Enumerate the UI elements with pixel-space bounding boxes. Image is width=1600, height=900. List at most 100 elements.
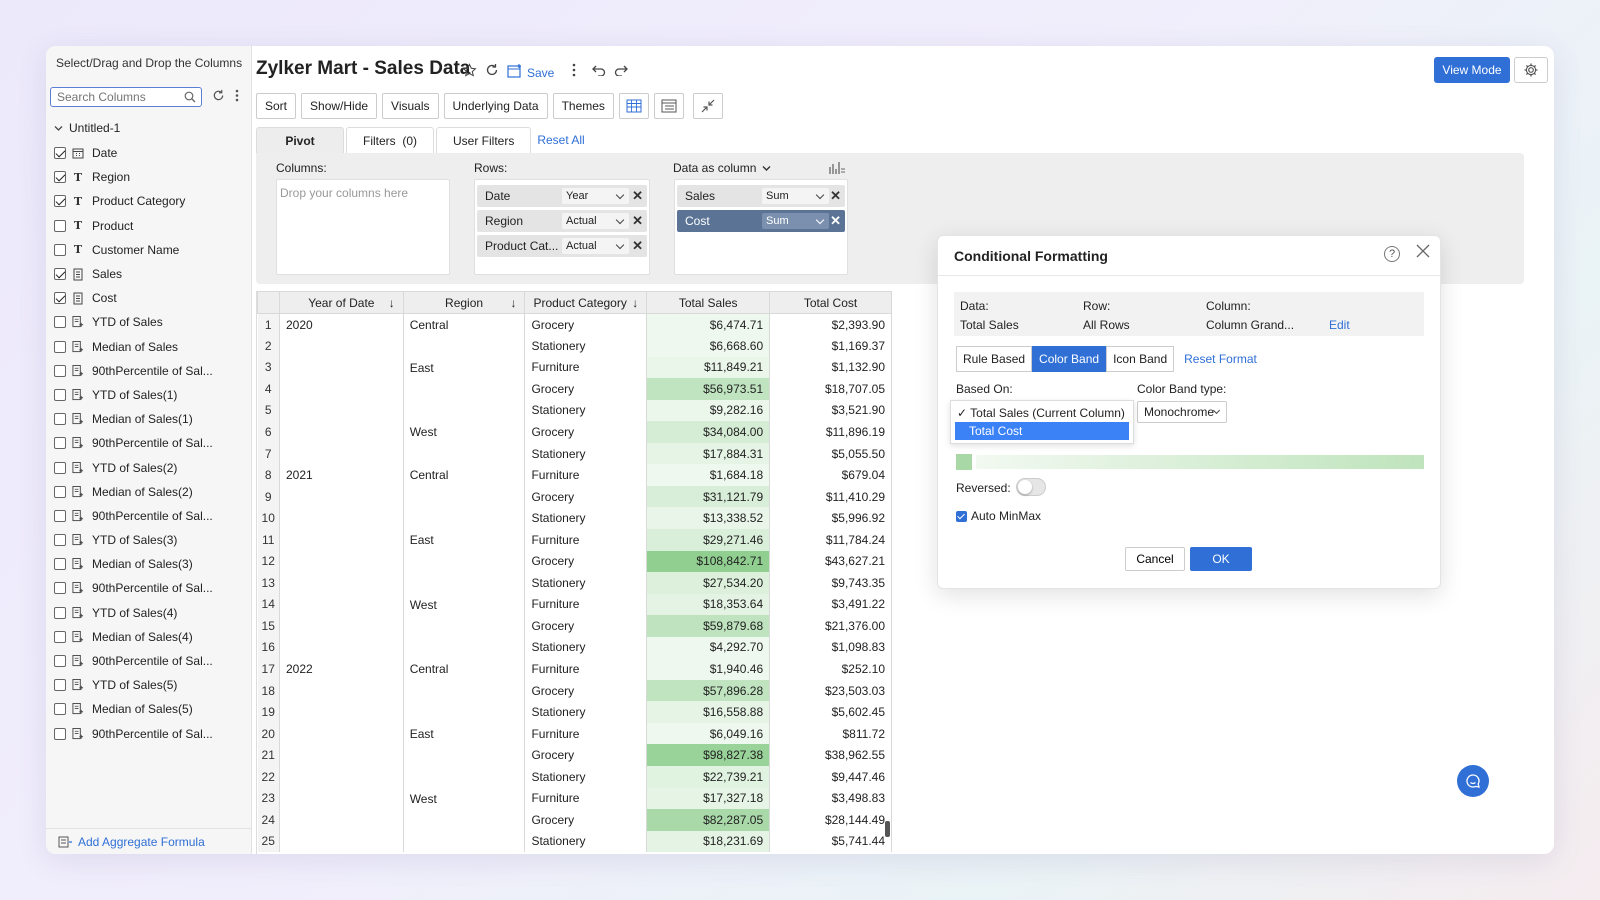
column-item[interactable]: 90thPercentile of Sal... [54,431,250,455]
checkbox-checked-icon[interactable] [956,510,967,522]
column-checkbox[interactable] [54,195,66,208]
column-item[interactable]: Median of Sales(2) [54,480,250,504]
remove-icon[interactable]: ✕ [632,213,643,229]
category-cell[interactable]: Stationery [524,442,648,465]
total-cost-cell[interactable]: $5,055.50 [769,442,892,465]
column-item[interactable]: T Product Category [54,189,250,213]
option-total-cost[interactable]: Total Cost [955,422,1129,440]
total-cost-cell[interactable]: $5,741.44 [769,830,892,853]
header-product-category[interactable]: Product Category ↓ [524,291,648,314]
category-cell[interactable]: Stationery [524,830,648,853]
kebab-menu-icon[interactable] [572,63,576,77]
column-item[interactable]: Median of Sales(4) [54,625,250,649]
total-cost-cell[interactable]: $3,491.22 [769,593,892,616]
column-checkbox[interactable] [54,292,66,305]
column-checkbox[interactable] [54,316,66,329]
total-sales-cell[interactable]: $56,973.51 [646,378,771,400]
sort-button[interactable]: Sort [256,93,297,119]
category-cell[interactable]: Stationery [524,765,648,788]
column-checkbox[interactable] [54,243,66,256]
total-sales-cell[interactable]: $13,338.52 [646,507,771,529]
close-icon[interactable] [1416,244,1430,258]
total-cost-cell[interactable]: $21,376.00 [769,615,892,637]
field-chip[interactable]: Sales Sum ✕ [677,185,845,207]
region-cell[interactable]: Central [403,658,526,723]
category-cell[interactable]: Stationery [524,636,648,659]
total-cost-cell[interactable]: $811.72 [769,722,892,745]
field-chip[interactable]: Date Year ✕ [477,185,647,207]
tab-user-filters[interactable]: User Filters [436,127,532,153]
category-cell[interactable]: Grocery [524,485,648,508]
tab-filters[interactable]: Filters (0) [346,127,434,153]
search-columns-field[interactable] [50,87,202,107]
column-item[interactable]: 90thPercentile of Sal... [54,649,250,673]
column-item[interactable]: 90thPercentile of Sal... [54,576,250,600]
total-sales-cell[interactable]: $17,884.31 [646,442,771,465]
field-chip[interactable]: Cost Sum ✕ [677,210,845,232]
column-item[interactable]: Median of Sales(1) [54,407,250,431]
total-sales-cell[interactable]: $108,842.71 [646,550,771,573]
total-sales-cell[interactable]: $1,940.46 [646,658,771,680]
category-cell[interactable]: Stationery [524,335,648,357]
header-total-cost[interactable]: Total Cost [769,291,892,314]
category-cell[interactable]: Grocery [524,550,648,573]
chart-settings-icon[interactable] [828,161,846,175]
total-sales-cell[interactable]: $17,327.18 [646,787,771,810]
refresh-icon[interactable] [212,89,225,102]
column-checkbox[interactable] [54,679,66,692]
total-sales-cell[interactable]: $22,739.21 [646,765,771,788]
total-cost-cell[interactable]: $11,784.24 [769,528,892,551]
show-hide-button[interactable]: Show/Hide [301,93,378,119]
total-cost-cell[interactable]: $11,410.29 [769,485,892,508]
column-item[interactable]: YTD of Sales(3) [54,528,250,552]
collapse-button[interactable] [692,93,723,119]
column-item[interactable]: Median of Sales(5) [54,697,250,721]
field-chip[interactable]: Product Cat... Actual ✕ [477,235,647,257]
total-cost-cell[interactable]: $9,743.35 [769,572,892,594]
region-cell[interactable]: East [403,528,526,594]
aggregation-select[interactable]: Year [562,188,629,204]
column-checkbox[interactable] [54,485,66,498]
tab-color-band[interactable]: Color Band [1032,346,1107,372]
column-checkbox[interactable] [54,171,66,184]
total-cost-cell[interactable]: $23,503.03 [769,679,892,702]
ok-button[interactable]: OK [1190,547,1252,571]
total-sales-cell[interactable]: $9,282.16 [646,399,771,422]
total-sales-cell[interactable]: $6,049.16 [646,722,771,745]
category-cell[interactable]: Grocery [524,679,648,702]
settings-button[interactable] [1514,57,1548,83]
column-item[interactable]: Median of Sales [54,335,250,359]
add-aggregate-formula-link[interactable]: Add Aggregate Formula [46,828,252,854]
total-cost-cell[interactable]: $679.04 [769,464,892,486]
total-cost-cell[interactable]: $11,896.19 [769,421,892,443]
column-checkbox[interactable] [54,534,66,547]
column-item[interactable]: YTD of Sales(1) [54,383,250,407]
star-icon[interactable] [462,62,477,78]
tab-icon-band[interactable]: Icon Band [1106,346,1175,372]
total-cost-cell[interactable]: $1,169.37 [769,335,892,357]
category-cell[interactable]: Stationery [524,572,648,594]
tree-root-untitled[interactable]: Untitled-1 [54,121,120,135]
total-sales-cell[interactable]: $82,287.05 [646,809,771,831]
total-cost-cell[interactable]: $3,498.83 [769,787,892,810]
tab-pivot[interactable]: Pivot [256,127,344,153]
header-year-of-date[interactable]: Year of Date ↓ [278,291,404,314]
option-total-sales[interactable]: ✓ Total Sales (Current Column) [955,404,1129,422]
column-item[interactable]: YTD of Sales(2) [54,455,250,479]
compact-layout-button[interactable] [653,93,684,119]
remove-icon[interactable]: ✕ [632,238,643,254]
category-cell[interactable]: Grocery [524,809,648,831]
table-layout-button[interactable] [618,93,649,119]
aggregation-select[interactable]: Actual [562,238,629,254]
category-cell[interactable]: Furniture [524,528,648,551]
region-cell[interactable]: Central [403,464,526,529]
category-cell[interactable]: Furniture [524,356,648,379]
category-cell[interactable]: Grocery [524,378,648,400]
total-sales-cell[interactable]: $1,684.18 [646,464,771,486]
region-cell[interactable]: East [403,722,526,788]
column-checkbox[interactable] [54,219,66,232]
category-cell[interactable]: Grocery [524,313,648,336]
total-cost-cell[interactable]: $9,447.46 [769,765,892,788]
save-icon[interactable] [507,63,523,78]
total-cost-cell[interactable]: $1,132.90 [769,356,892,379]
